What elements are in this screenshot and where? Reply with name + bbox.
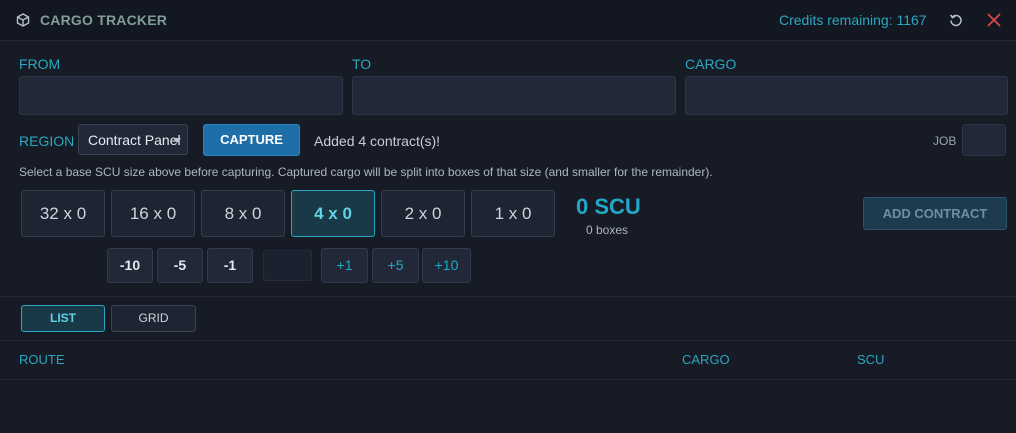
to-input[interactable] — [352, 76, 676, 115]
scu-size-32-button[interactable]: 32 x 0 — [21, 190, 105, 237]
add-contract-button[interactable]: ADD CONTRACT — [863, 197, 1007, 230]
scu-size-1-button[interactable]: 1 x 0 — [471, 190, 555, 237]
close-icon[interactable] — [985, 11, 1003, 29]
refresh-icon[interactable] — [948, 12, 964, 28]
minus-5-button[interactable]: -5 — [157, 248, 203, 283]
status-message: Added 4 contract(s)! — [314, 133, 441, 149]
scu-hint-text: Select a base SCU size above before capt… — [19, 165, 713, 179]
plus-5-button[interactable]: +5 — [372, 248, 419, 283]
from-input[interactable] — [19, 76, 343, 115]
chevron-down-icon — [173, 138, 181, 143]
region-select[interactable]: Contract Panel — [78, 124, 188, 155]
cargo-label: CARGO — [685, 56, 737, 72]
app-title: CARGO TRACKER — [40, 12, 168, 28]
quantity-input[interactable] — [263, 250, 312, 281]
section-divider — [0, 296, 1016, 297]
scu-size-2-button[interactable]: 2 x 0 — [381, 190, 465, 237]
to-label: TO — [352, 56, 372, 72]
region-label: REGION — [19, 133, 75, 149]
credits-remaining: Credits remaining: 1167 — [779, 12, 927, 28]
list-view-button[interactable]: LIST — [21, 305, 105, 332]
minus-1-button[interactable]: -1 — [207, 248, 253, 283]
scu-size-16-button[interactable]: 16 x 0 — [111, 190, 195, 237]
from-label: FROM — [19, 56, 61, 72]
column-header-route: ROUTE — [19, 352, 65, 367]
plus-1-button[interactable]: +1 — [321, 248, 368, 283]
box-count: 0 boxes — [586, 223, 629, 237]
scu-total: 0 SCU — [576, 194, 641, 219]
job-input[interactable] — [962, 124, 1006, 156]
capture-button[interactable]: CAPTURE — [203, 124, 300, 156]
plus-10-button[interactable]: +10 — [422, 248, 471, 283]
cargo-input[interactable] — [685, 76, 1008, 115]
scu-size-8-button[interactable]: 8 x 0 — [201, 190, 285, 237]
scu-size-4-button[interactable]: 4 x 0 — [291, 190, 375, 237]
column-header-scu: SCU — [857, 352, 885, 367]
job-label: JOB — [933, 134, 957, 148]
minus-10-button[interactable]: -10 — [107, 248, 153, 283]
table-header-divider — [0, 379, 1016, 380]
cube-icon — [16, 13, 30, 27]
table-top-divider — [0, 340, 1016, 341]
grid-view-button[interactable]: GRID — [111, 305, 196, 332]
column-header-cargo: CARGO — [682, 352, 730, 367]
